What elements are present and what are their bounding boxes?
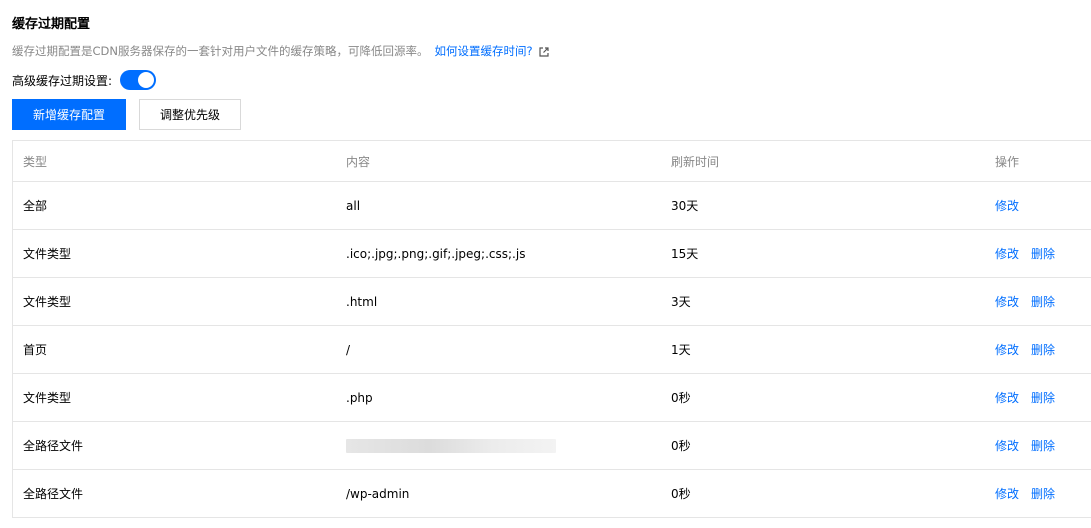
row-content: all [346,198,361,213]
redacted-content-bar [346,438,556,453]
edit-link[interactable]: 修改 [995,439,1019,453]
row-type: 文件类型 [23,247,72,261]
cache-config-table: 类型 内容 刷新时间 操作 全部 all 30天 修改 文件类型 .ico;.j… [12,140,1091,518]
description-text: 缓存过期配置是CDN服务器保存的一套针对用户文件的缓存策略，可降低回源率。 [12,44,429,58]
row-type: 首页 [23,343,48,357]
page-title: 缓存过期配置 [12,17,91,32]
row-actions: 修改 删除 [995,293,1055,310]
edit-link[interactable]: 修改 [995,199,1019,213]
row-content: /wp-admin [346,486,410,501]
column-header-content: 内容 [346,154,371,169]
switch-knob [138,72,155,88]
row-content: / [346,342,351,357]
delete-link[interactable]: 删除 [1031,487,1055,501]
column-header-ttl: 刷新时间 [671,154,720,169]
row-content: .html [346,294,378,309]
row-ttl: 15天 [671,247,699,261]
delete-link[interactable]: 删除 [1031,295,1055,309]
toggle-label: 高级缓存过期设置: [12,73,113,88]
row-ttl: 1天 [671,343,691,357]
row-actions: 修改 删除 [995,485,1055,502]
external-link-icon[interactable] [538,46,549,60]
edit-link[interactable]: 修改 [995,247,1019,261]
column-header-actions: 操作 [995,154,1020,169]
delete-link[interactable]: 删除 [1031,343,1055,357]
row-ttl: 0秒 [671,391,691,405]
row-type: 文件类型 [23,391,72,405]
table-row: 文件类型 .php 0秒 修改 删除 [13,374,1091,422]
row-type: 全部 [23,199,48,213]
delete-link[interactable]: 删除 [1031,439,1055,453]
table-row: 全部 all 30天 修改 [13,182,1091,230]
advanced-cache-switch[interactable] [120,70,157,90]
row-content: .ico;.jpg;.png;.gif;.jpeg;.css;.js [346,246,526,261]
row-content: .php [346,390,373,405]
table-row: 文件类型 .ico;.jpg;.png;.gif;.jpeg;.css;.js … [13,230,1091,278]
table-row: 文件类型 .html 3天 修改 删除 [13,278,1091,326]
row-ttl: 0秒 [671,439,691,453]
row-actions: 修改 删除 [995,341,1055,358]
table-row: 全路径文件 0秒 修改 删除 [13,422,1091,470]
table-header: 类型 内容 刷新时间 操作 [13,141,1091,182]
edit-link[interactable]: 修改 [995,295,1019,309]
row-content-redacted [346,438,556,453]
edit-link[interactable]: 修改 [995,487,1019,501]
row-ttl: 0秒 [671,487,691,501]
row-ttl: 30天 [671,199,699,213]
help-link[interactable]: 如何设置缓存时间? [434,44,532,58]
edit-link[interactable]: 修改 [995,343,1019,357]
column-header-type: 类型 [23,154,48,169]
row-actions: 修改 [995,197,1019,214]
delete-link[interactable]: 删除 [1031,247,1055,261]
page-description: 缓存过期配置是CDN服务器保存的一套针对用户文件的缓存策略，可降低回源率。 如何设… [12,43,549,60]
row-actions: 修改 删除 [995,245,1055,262]
edit-link[interactable]: 修改 [995,391,1019,405]
row-actions: 修改 删除 [995,389,1055,406]
adjust-priority-button[interactable]: 调整优先级 [139,99,241,130]
advanced-cache-toggle-row: 高级缓存过期设置: [12,70,157,90]
delete-link[interactable]: 删除 [1031,391,1055,405]
table-row: 首页 / 1天 修改 删除 [13,326,1091,374]
row-type: 全路径文件 [23,439,84,453]
row-type: 文件类型 [23,295,72,309]
row-actions: 修改 删除 [995,437,1055,454]
add-cache-config-button[interactable]: 新增缓存配置 [12,99,126,130]
table-row: 全路径文件 /wp-admin 0秒 修改 删除 [13,470,1091,518]
row-ttl: 3天 [671,295,691,309]
row-type: 全路径文件 [23,487,84,501]
